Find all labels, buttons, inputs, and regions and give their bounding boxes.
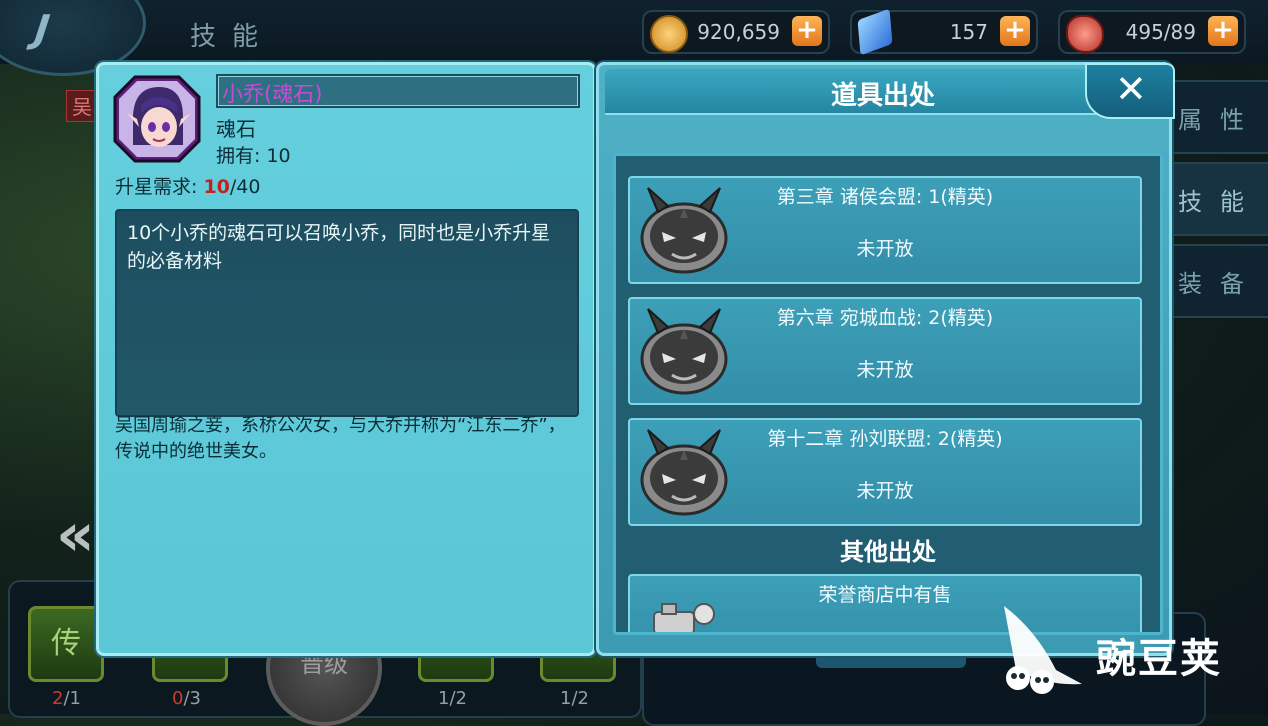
coin-icon: [650, 15, 688, 53]
add-diamond-button[interactable]: +: [1000, 16, 1030, 46]
stamina-currency: 495/89 +: [1058, 10, 1246, 54]
source-list[interactable]: 第三章 诸侯会盟: 1(精英) 未开放 第六章 宛城血战: 2(精英) 未开放: [613, 153, 1163, 635]
slot-count-2: 0/3: [172, 688, 201, 709]
wandoujia-watermark: 豌豆荚: [996, 600, 1256, 700]
close-button[interactable]: ✕: [1085, 63, 1175, 119]
stage-name: 第十二章 孙刘联盟: 2(精英): [767, 428, 1003, 450]
source-panel-title: 道具出处: [830, 81, 935, 111]
tab-attributes-label: 属性: [1178, 106, 1262, 134]
star-requirement: 升星需求: 10/40: [115, 176, 261, 198]
honor-shop-icon: [653, 603, 715, 632]
stage-name: 第六章 宛城血战: 2(精英): [776, 307, 994, 329]
gold-value: 920,659: [697, 20, 780, 44]
tab-equipment-label: 装备: [1178, 270, 1262, 298]
item-source-panel: 道具出处 ✕ 第三章 诸侯会盟: 1(精英) 未开放 第六章 宛城血战: 2(精…: [596, 62, 1175, 656]
top-bar: J 技能 920,659 + 157 + 495/89 +: [0, 0, 1268, 76]
slot-count-1: 2/1: [52, 688, 81, 709]
slot-count-3: 1/2: [438, 688, 467, 709]
tab-equipment[interactable]: 装备: [1160, 244, 1268, 318]
add-gold-button[interactable]: +: [792, 16, 822, 46]
stage-status: 未开放: [856, 480, 914, 502]
tab-skills-label: 技能: [1178, 188, 1262, 216]
add-stamina-button[interactable]: +: [1208, 16, 1238, 46]
hero-bio: 吴国周瑜之妾，系桥公次女，与大乔并称为“江东二乔”，传说中的绝世美女。: [115, 415, 566, 462]
tab-attributes[interactable]: 属性: [1160, 80, 1268, 154]
item-name: 小乔(魂石): [222, 82, 323, 106]
owned-count: 拥有: 10: [216, 145, 291, 167]
close-icon: ✕: [1115, 67, 1147, 111]
hero-portrait-icon: [113, 75, 201, 163]
wandoujia-logo-icon: [1004, 606, 1082, 694]
screen-title: 技能: [190, 22, 275, 52]
meat-icon: [1066, 15, 1104, 53]
item-detail-panel: 小乔(魂石) 魂石 拥有: 10 升星需求: 10/40 10个小乔的魂石可以召…: [96, 62, 596, 656]
slot-count-4: 1/2: [560, 688, 589, 709]
back-arrow-icon: J: [27, 7, 57, 51]
tab-skills[interactable]: 技能: [1160, 162, 1268, 236]
stage-name: 第三章 诸侯会盟: 1(精英): [776, 186, 994, 208]
other-sources-title: 其他出处: [840, 538, 936, 566]
diamond-currency: 157 +: [850, 8, 1038, 56]
kingdom-tag: 吴: [66, 90, 98, 122]
stage-source-item[interactable]: 第三章 诸侯会盟: 1(精英) 未开放: [628, 176, 1142, 284]
stage-source-item[interactable]: 第六章 宛城血战: 2(精英) 未开放: [628, 297, 1142, 405]
skill-slot-1[interactable]: 传: [28, 606, 104, 682]
item-type: 魂石: [216, 117, 256, 141]
previous-hero-icon[interactable]: «: [56, 500, 95, 570]
item-name-box: 小乔(魂石): [216, 74, 580, 108]
stamina-value: 495/89: [1125, 20, 1196, 44]
stage-source-item[interactable]: 第十二章 孙刘联盟: 2(精英) 未开放: [628, 418, 1142, 526]
gold-currency: 920,659 +: [642, 10, 830, 54]
diamond-icon: [857, 8, 893, 56]
item-description: 10个小乔的魂石可以召唤小乔，同时也是小乔升星的必备材料: [127, 222, 551, 272]
source-panel-header: 道具出处: [605, 69, 1161, 115]
item-description-box: 10个小乔的魂石可以召唤小乔，同时也是小乔升星的必备材料: [115, 209, 579, 417]
stage-status: 未开放: [856, 238, 914, 260]
stage-status: 未开放: [856, 359, 914, 381]
diamond-value: 157: [949, 20, 988, 44]
watermark-text: 豌豆荚: [1096, 636, 1222, 682]
